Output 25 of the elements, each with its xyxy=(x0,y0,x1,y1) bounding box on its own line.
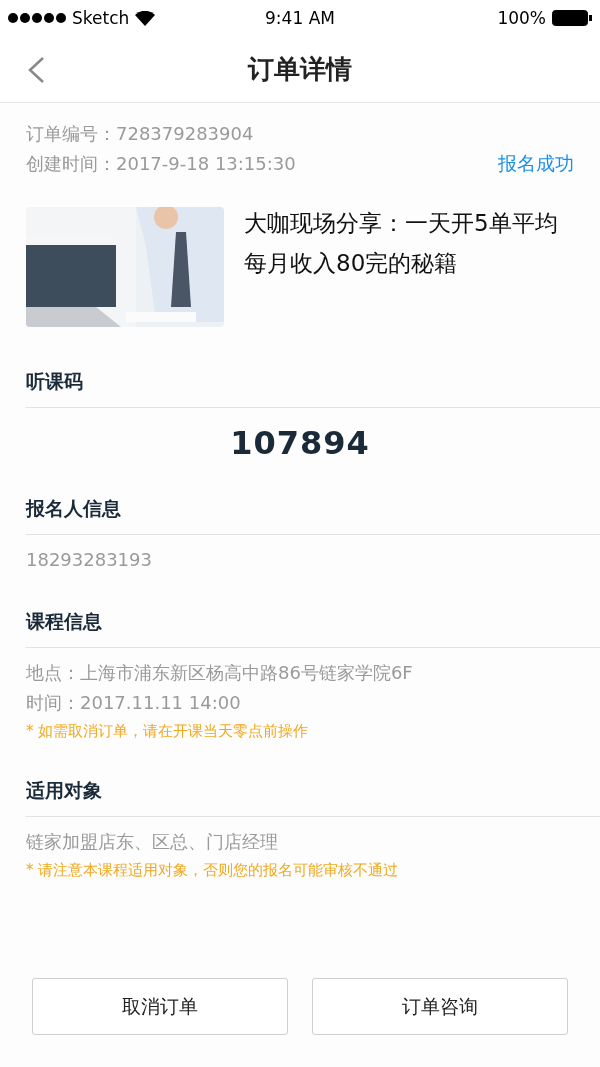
battery-icon xyxy=(552,10,592,26)
wifi-icon xyxy=(135,10,156,26)
section-heading: 听课码 xyxy=(26,355,600,408)
info-text: 地点：上海市浦东新区杨高中路86号链家学院6F xyxy=(26,661,414,685)
created-time: 创建时间：2017-9-18 13:15:30 xyxy=(26,152,296,176)
page-title: 订单详情 xyxy=(248,52,352,86)
course-title: 大咖现场分享：一天开5单平均每月收入80完的秘籍 xyxy=(244,209,559,278)
action-button[interactable]: 订单咨询 xyxy=(312,978,568,1035)
signal-icon xyxy=(8,13,66,23)
info-text: 18293283193 xyxy=(26,548,153,572)
info-text: 链家加盟店东、区总、门店经理 xyxy=(26,830,279,854)
order-status: 报名成功 xyxy=(498,151,574,176)
back-icon[interactable] xyxy=(26,56,46,84)
info-text: 时间：2017.11.11 14:00 xyxy=(26,691,242,715)
status-time: 9:41 AM xyxy=(265,8,335,28)
notice-text: * 如需取消订单，请在开课当天零点前操作 xyxy=(26,721,310,742)
battery-percent: 100% xyxy=(497,8,546,28)
carrier-name: Sketch xyxy=(72,8,130,28)
notice-text: * 请注意本课程适用对象，否则您的报名可能审核不通过 xyxy=(26,860,400,881)
class-code: 107894 xyxy=(229,423,371,462)
section-heading: 课程信息 xyxy=(26,595,600,648)
order-number: 订单编号：728379283904 xyxy=(26,122,255,146)
action-button[interactable]: 取消订单 xyxy=(32,978,288,1035)
section-heading: 适用对象 xyxy=(26,764,600,817)
section-heading: 报名人信息 xyxy=(26,482,600,535)
